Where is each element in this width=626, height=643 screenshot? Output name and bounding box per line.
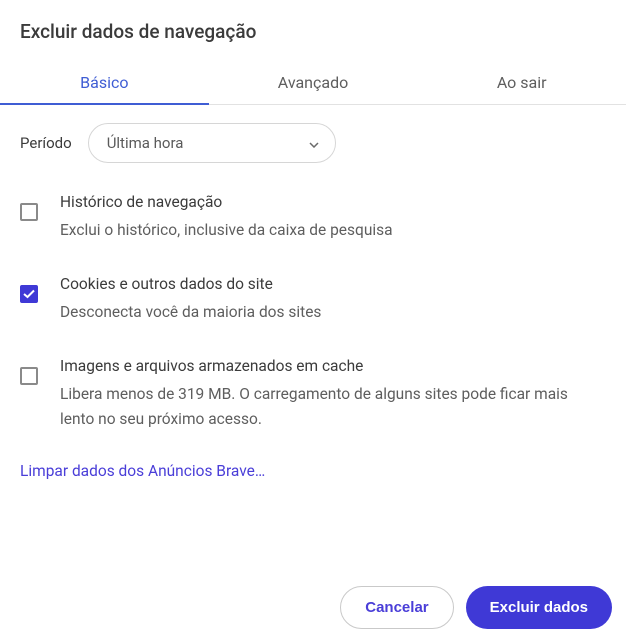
option-cache-title: Imagens e arquivos armazenados em cache	[60, 355, 606, 378]
confirm-button[interactable]: Excluir dados	[466, 586, 612, 629]
option-history: Histórico de navegação Exclui o históric…	[20, 191, 606, 243]
chevron-down-icon	[309, 134, 319, 152]
check-icon	[23, 289, 35, 299]
option-cache-desc: Libera menos de 319 MB. O carregamento d…	[60, 382, 606, 432]
option-history-text: Histórico de navegação Exclui o históric…	[60, 191, 606, 243]
checkbox-history[interactable]	[20, 203, 38, 221]
checkbox-cache[interactable]	[20, 367, 38, 385]
option-history-title: Histórico de navegação	[60, 191, 606, 214]
content-area: Período Última hora Histórico de navegaç…	[0, 105, 626, 498]
tab-on-exit[interactable]: Ao sair	[417, 61, 626, 104]
dialog-title: Excluir dados de navegação	[0, 0, 626, 61]
option-cookies-text: Cookies e outros dados do site Desconect…	[60, 273, 606, 325]
period-select[interactable]: Última hora	[88, 123, 336, 163]
tab-advanced[interactable]: Avançado	[209, 61, 418, 104]
option-cookies-title: Cookies e outros dados do site	[60, 273, 606, 296]
option-cookies-desc: Desconecta você da maioria dos sites	[60, 300, 606, 325]
option-cookies: Cookies e outros dados do site Desconect…	[20, 273, 606, 325]
footer-buttons: Cancelar Excluir dados	[340, 586, 612, 629]
tab-basic[interactable]: Básico	[0, 61, 209, 104]
period-selected-value: Última hora	[107, 134, 184, 152]
option-history-desc: Exclui o histórico, inclusive da caixa d…	[60, 218, 606, 243]
brave-ads-link[interactable]: Limpar dados dos Anúncios Brave…	[20, 462, 606, 480]
option-cache: Imagens e arquivos armazenados em cache …	[20, 355, 606, 432]
checkbox-cookies[interactable]	[20, 285, 38, 303]
period-row: Período Última hora	[20, 123, 606, 163]
tabs-container: Básico Avançado Ao sair	[0, 61, 626, 105]
option-cache-text: Imagens e arquivos armazenados em cache …	[60, 355, 606, 432]
cancel-button[interactable]: Cancelar	[340, 586, 453, 629]
period-label: Período	[20, 134, 72, 152]
